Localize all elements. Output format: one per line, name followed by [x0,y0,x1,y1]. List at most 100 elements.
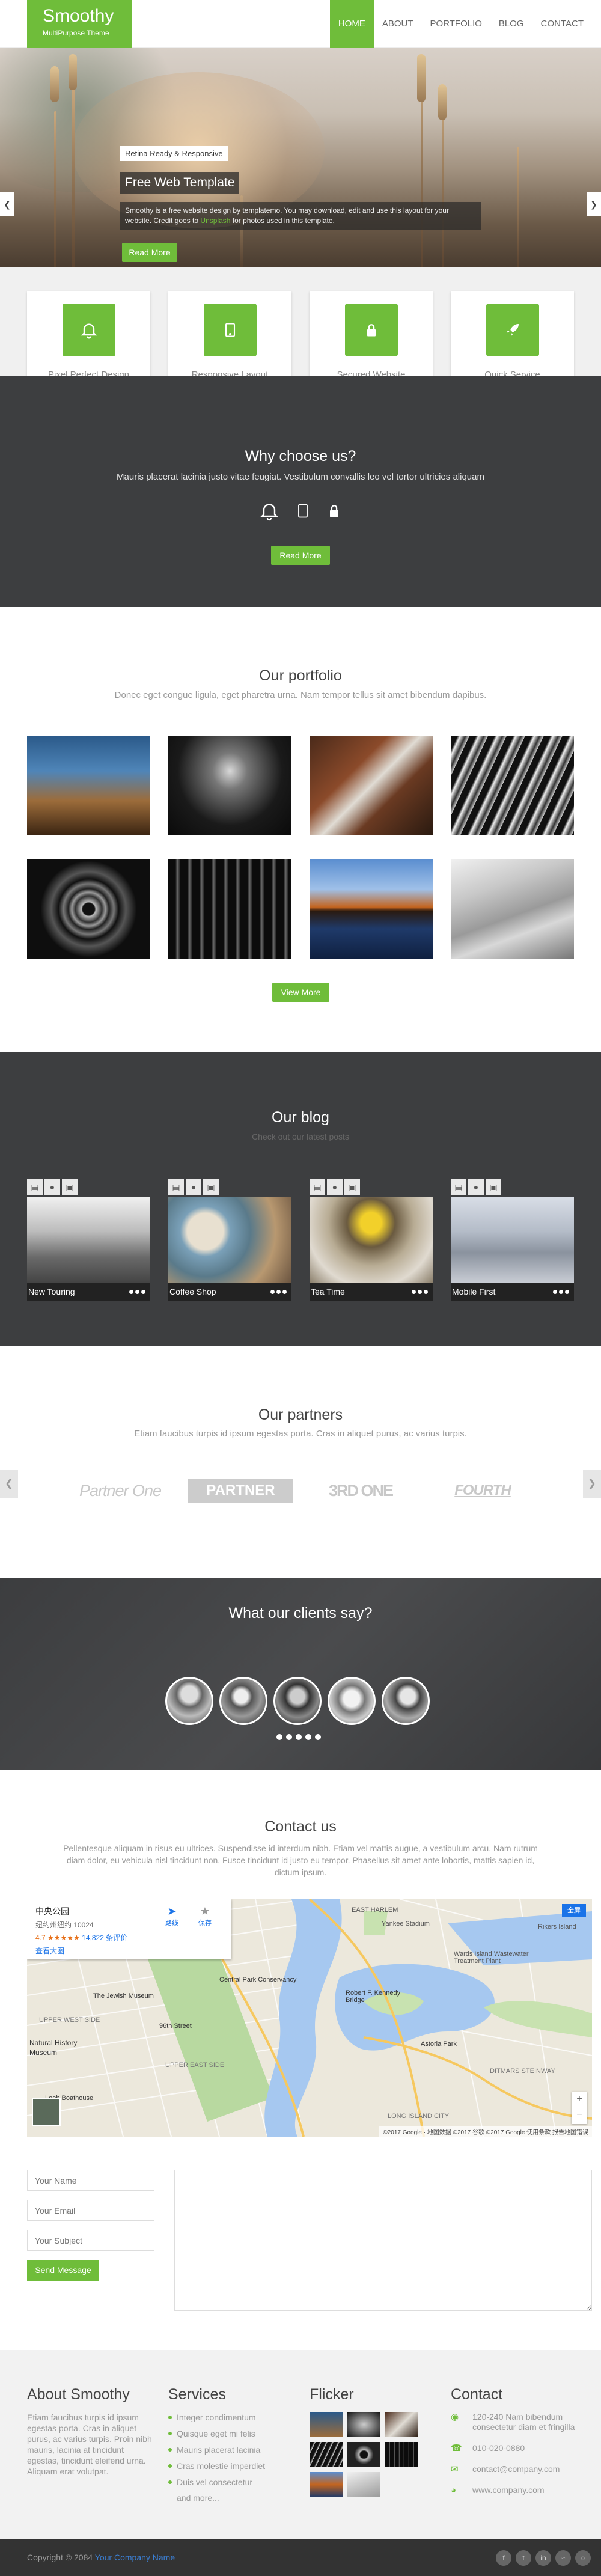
blog-post-card[interactable]: ▤ ● ▣ Mobile First [451,1179,574,1301]
unsplash-link[interactable]: Unsplash [200,216,230,225]
contact-address: ◉ 120-240 Nam bibendum consectetur diam e… [451,2412,575,2432]
hero-read-more-button[interactable]: Read More [122,243,177,262]
facebook-icon[interactable]: f [496,2550,511,2566]
flicker-thumb[interactable] [347,2412,380,2437]
more-dots-icon[interactable] [270,1290,287,1294]
footer-contact-title: Contact [451,2386,503,2403]
pagination-dot[interactable] [315,1734,321,1740]
comment-icon[interactable]: ▣ [62,1179,78,1195]
comment-icon[interactable]: ▣ [344,1179,360,1195]
blog-image[interactable] [27,1197,150,1283]
flicker-thumb[interactable] [310,2472,343,2497]
flicker-thumb[interactable] [310,2442,343,2467]
more-dots-icon[interactable] [553,1290,569,1294]
slider-prev-button[interactable]: ❮ [0,192,14,216]
pagination-dot[interactable] [276,1734,282,1740]
brand-logo[interactable]: Smoothy MultiPurpose Theme [27,0,132,48]
partner-logo[interactable]: Partner One [78,1479,162,1503]
message-textarea[interactable] [174,2170,592,2311]
features-section: Pixel Perfect Design Responsive Layout S… [0,267,601,392]
client-avatar[interactable] [273,1677,322,1725]
map-directions-button[interactable]: ➤ 路线 [165,1905,178,1927]
send-message-button[interactable]: Send Message [27,2260,99,2281]
map-fullscreen-button[interactable]: 全屏 [562,1904,586,1917]
portfolio-image[interactable] [451,736,574,835]
portfolio-image[interactable] [451,859,574,959]
user-icon[interactable]: ● [327,1179,343,1195]
name-field[interactable] [27,2170,154,2191]
calendar-icon[interactable]: ▤ [168,1179,184,1195]
zoom-in-button[interactable]: + [572,2092,587,2107]
nav-home[interactable]: HOME [329,0,374,48]
nav-portfolio[interactable]: PORTFOLIO [422,0,490,48]
company-link[interactable]: Your Company Name [95,2553,175,2562]
pagination-dot[interactable] [296,1734,302,1740]
client-avatar[interactable] [382,1677,430,1725]
flicker-thumb[interactable] [385,2442,418,2467]
flicker-thumb[interactable] [385,2412,418,2437]
flicker-thumb[interactable] [347,2442,380,2467]
comment-icon[interactable]: ▣ [486,1179,501,1195]
partners-next-button[interactable]: ❯ [583,1470,601,1498]
partner-logo[interactable]: PARTNER TWO [188,1479,293,1522]
zoom-out-button[interactable]: − [572,2107,587,2123]
portfolio-image[interactable] [310,736,433,835]
subject-field[interactable] [27,2230,154,2251]
portfolio-image[interactable] [168,736,291,835]
user-icon[interactable]: ● [44,1179,60,1195]
blog-post-card[interactable]: ▤ ● ▣ Tea Time [310,1179,433,1301]
comment-icon[interactable]: ▣ [203,1179,219,1195]
client-avatar[interactable] [328,1677,376,1725]
chevron-left-icon: ❮ [5,1479,13,1489]
google-map[interactable]: 中央公园 纽约州纽约 10024 4.7 ★★★★★ 14,822 条评价 查看… [27,1899,592,2137]
partner-logo[interactable]: 3RD ONE [325,1479,397,1503]
portfolio-image[interactable] [168,859,291,959]
slider-next-button[interactable]: ❯ [587,192,601,216]
calendar-icon[interactable]: ▤ [451,1179,466,1195]
contact-web[interactable]: ◕ www.company.com [451,2485,577,2495]
nav-about[interactable]: ABOUT [374,0,422,48]
contact-email[interactable]: ✉ contact@company.com [451,2464,577,2474]
client-avatar[interactable] [165,1677,213,1725]
calendar-icon[interactable]: ▤ [310,1179,325,1195]
partner-logo[interactable]: FOURTH [450,1479,516,1503]
email-field[interactable] [27,2200,154,2221]
service-link[interactable]: Mauris placerat lacinia [168,2444,294,2455]
blog-image[interactable] [168,1197,291,1283]
map-larger-link[interactable]: 查看大图 [35,1946,223,1956]
pagination-dot[interactable] [286,1734,292,1740]
more-dots-icon[interactable] [129,1290,145,1294]
map-satellite-toggle[interactable] [32,2098,61,2126]
blog-post-card[interactable]: ▤ ● ▣ Coffee Shop [168,1179,291,1301]
map-save-button[interactable]: ★ 保存 [198,1905,212,1927]
twitter-icon[interactable]: t [516,2550,531,2566]
hero-description: Smoothy is a free website design by temp… [120,202,481,230]
blog-post-card[interactable]: ▤ ● ▣ New Touring [27,1179,150,1301]
user-icon[interactable]: ● [186,1179,201,1195]
flicker-thumb[interactable] [310,2412,343,2437]
portfolio-image[interactable] [27,859,150,959]
portfolio-image[interactable] [310,859,433,959]
service-link[interactable]: Integer condimentum [168,2412,294,2423]
why-read-more-button[interactable]: Read More [271,546,330,565]
pagination-dot[interactable] [305,1734,311,1740]
linkedin-icon[interactable]: in [535,2550,551,2566]
more-dots-icon[interactable] [412,1290,428,1294]
calendar-icon[interactable]: ▤ [27,1179,43,1195]
service-more-link[interactable]: and more... [168,2493,294,2503]
nav-contact[interactable]: CONTACT [532,0,592,48]
service-link[interactable]: Quisque eget mi felis [168,2428,294,2439]
service-link[interactable]: Cras molestie imperdiet [168,2461,294,2471]
nav-blog[interactable]: BLOG [490,0,532,48]
client-avatar[interactable] [219,1677,267,1725]
flicker-thumb[interactable] [347,2472,380,2497]
service-link[interactable]: Duis vel consectetur [168,2477,294,2488]
blog-image[interactable] [451,1197,574,1283]
dribbble-icon[interactable]: ◌ [575,2550,591,2566]
user-icon[interactable]: ● [468,1179,484,1195]
partners-prev-button[interactable]: ❮ [0,1470,18,1498]
rss-icon[interactable]: ≈ [555,2550,571,2566]
portfolio-image[interactable] [27,736,150,835]
view-more-button[interactable]: View More [272,983,329,1002]
blog-image[interactable] [310,1197,433,1283]
